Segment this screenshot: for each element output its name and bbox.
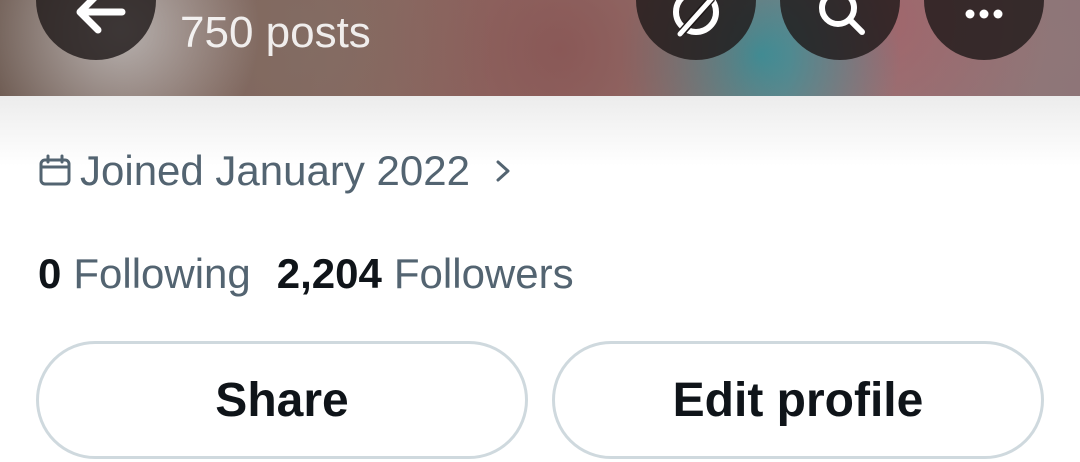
calendar-icon	[39, 154, 71, 186]
followers-link[interactable]: 2,204 Followers	[277, 250, 574, 298]
more-button[interactable]	[924, 0, 1044, 60]
edit-profile-button[interactable]: Edit profile	[552, 341, 1044, 459]
joined-text: Joined January 2022	[80, 147, 470, 194]
grok-button[interactable]	[636, 0, 756, 60]
post-count: 750 posts	[180, 8, 371, 57]
following-label: Following	[73, 250, 251, 297]
following-count: 0	[38, 250, 62, 297]
grok-icon	[673, 0, 719, 37]
share-button[interactable]: Share	[36, 341, 528, 459]
followers-label: Followers	[393, 250, 574, 297]
joined-date[interactable]: Joined January 2022	[38, 146, 514, 196]
back-button[interactable]	[36, 0, 156, 60]
chevron-right-icon	[496, 160, 510, 182]
search-icon	[819, 0, 865, 35]
follow-stats: 0 Following 2,204 Followers	[38, 250, 574, 302]
following-link[interactable]: 0 Following	[38, 250, 251, 298]
search-button[interactable]	[780, 0, 900, 60]
followers-count: 2,204	[276, 250, 382, 297]
profile-banner: 750 posts	[0, 0, 1080, 96]
more-icon	[965, 9, 1003, 19]
arrow-left-icon	[76, 0, 126, 34]
